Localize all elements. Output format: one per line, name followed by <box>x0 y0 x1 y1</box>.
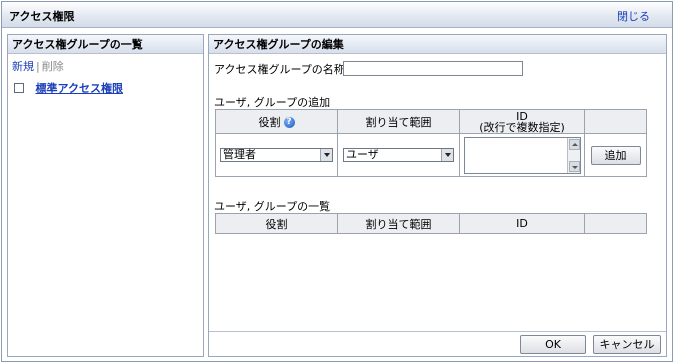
group-name-input[interactable] <box>343 61 523 76</box>
id-cell <box>459 133 585 177</box>
scope-cell: ユーザ <box>337 133 460 177</box>
list-col-id: ID <box>459 213 585 234</box>
list-col-extra <box>584 213 647 234</box>
title-bar: アクセス権限 閉じる <box>2 2 672 28</box>
list-col-scope: 割り当て範囲 <box>337 213 460 234</box>
add-col-id: ID (改行で複数指定) <box>459 109 585 134</box>
footer-divider <box>209 331 666 332</box>
role-select-value: 管理者 <box>223 148 256 161</box>
add-col-scope: 割り当て範囲 <box>337 109 460 134</box>
add-button[interactable]: 追加 <box>590 145 641 165</box>
new-group-link[interactable]: 新規 <box>12 60 34 73</box>
member-list-table: 役割 割り当て範囲 ID <box>215 213 647 234</box>
chevron-down-icon <box>320 149 332 161</box>
add-col-id-hint: (改行で複数指定) <box>479 120 565 134</box>
scope-select-value: ユーザ <box>346 148 379 161</box>
close-link[interactable]: 閉じる <box>617 8 650 24</box>
cancel-button[interactable]: キャンセル <box>593 335 661 354</box>
add-col-role-label: 役割 <box>258 115 281 129</box>
add-button-cell: 追加 <box>584 133 647 177</box>
help-icon[interactable]: ? <box>283 117 295 128</box>
group-edit-pane: アクセス権グループの編集 アクセス権グループの名称 ユーザ, グループの追加 役… <box>208 34 667 357</box>
id-textarea[interactable] <box>463 136 581 174</box>
access-rights-dialog: アクセス権限 閉じる アクセス権グループの一覧 新規 | 削除 標準アクセス権限 ア… <box>1 1 673 362</box>
group-item-checkbox[interactable] <box>14 83 24 93</box>
list-col-role: 役割 <box>215 213 338 234</box>
add-col-action <box>584 109 647 134</box>
toolbar-separator: | <box>36 60 40 73</box>
group-edit-header: アクセス権グループの編集 <box>209 35 666 54</box>
add-col-id-title: ID <box>516 109 528 123</box>
ok-button[interactable]: OK <box>520 335 586 354</box>
group-list-header: アクセス権グループの一覧 <box>8 35 203 54</box>
list-section-label: ユーザ, グループの一覧 <box>214 200 331 213</box>
add-col-role: 役割? <box>215 109 338 134</box>
id-textarea-scrollbar[interactable] <box>566 137 580 173</box>
scroll-down-icon[interactable] <box>568 160 580 172</box>
role-select[interactable]: 管理者 <box>220 148 333 162</box>
group-item-link[interactable]: 標準アクセス権限 <box>36 82 123 95</box>
role-cell: 管理者 <box>215 133 338 177</box>
scope-select[interactable]: ユーザ <box>343 148 454 162</box>
delete-group-link[interactable]: 削除 <box>42 60 64 73</box>
name-field-row: アクセス権グループの名称 <box>214 61 345 77</box>
group-list-pane: アクセス権グループの一覧 新規 | 削除 標準アクセス権限 <box>7 34 204 357</box>
scroll-up-icon[interactable] <box>568 138 580 150</box>
group-name-label: アクセス権グループの名称 <box>214 63 345 76</box>
group-list-toolbar: 新規 | 削除 <box>8 54 203 74</box>
add-section-label: ユーザ, グループの追加 <box>214 96 331 109</box>
group-list-item: 標準アクセス権限 <box>14 80 123 95</box>
add-member-table: 役割? 割り当て範囲 ID (改行で複数指定) 管理者 ユーザ 追加 <box>215 109 647 177</box>
chevron-down-icon <box>441 149 453 161</box>
dialog-title: アクセス権限 <box>9 10 75 23</box>
